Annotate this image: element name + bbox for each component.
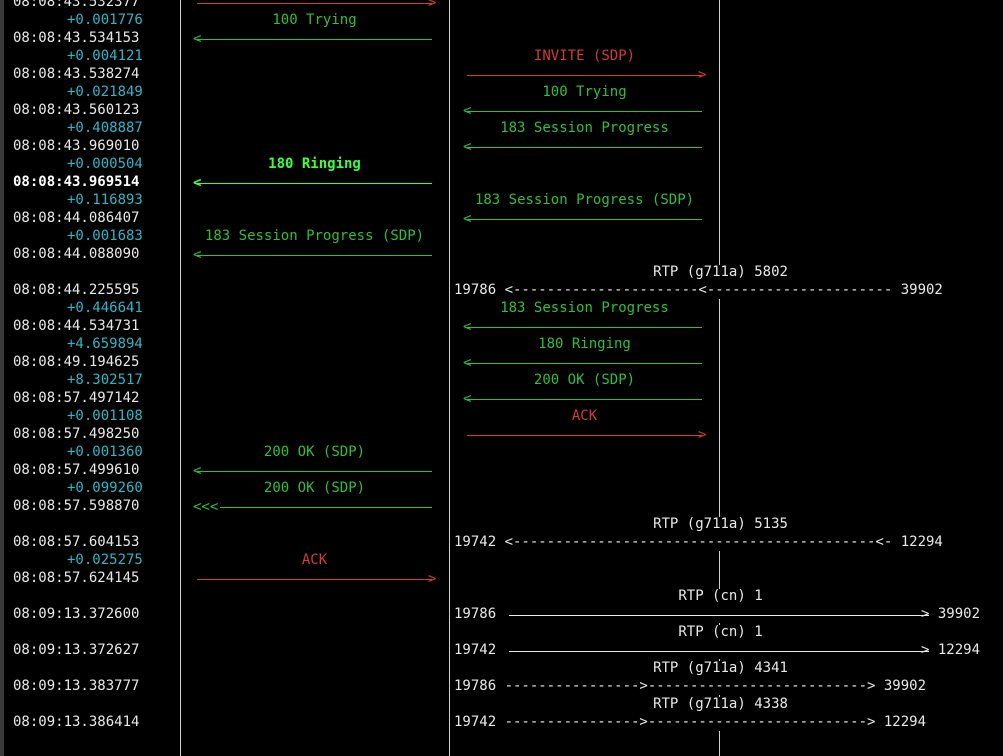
timestamp: 08:08:49.194625 bbox=[13, 354, 140, 370]
rtp-port-left: 19742 bbox=[454, 642, 497, 658]
arrowhead-left-icon: < bbox=[463, 103, 472, 119]
timestamp: 08:08:44.088090 bbox=[13, 246, 140, 262]
rtp-stream-line[interactable]: 19742 <---------------------------------… bbox=[454, 533, 943, 551]
message-arrow[interactable] bbox=[467, 219, 702, 220]
rtp-label[interactable]: RTP (g711a) 5802 bbox=[453, 263, 988, 281]
message-label[interactable]: 100 Trying bbox=[463, 83, 706, 101]
timestamp: 08:08:43.534153 bbox=[13, 30, 140, 46]
timestamp: 08:08:43.532377 bbox=[13, 0, 140, 10]
message-arrow[interactable] bbox=[467, 327, 702, 328]
message-arrow[interactable] bbox=[197, 255, 432, 256]
timestamp: 08:08:44.086407 bbox=[13, 210, 140, 226]
message-label[interactable]: 200 OK (SDP) bbox=[193, 443, 436, 461]
rtp-stream-line[interactable]: 19786 <----------------------<----------… bbox=[454, 281, 943, 299]
delta-time: +0.116893 bbox=[67, 192, 143, 208]
delta-time: +0.001683 bbox=[67, 228, 143, 244]
arrowhead-left-icon: < bbox=[463, 139, 472, 155]
rtp-label[interactable]: RTP (cn) 1 bbox=[453, 623, 988, 641]
rtp-stream-line[interactable] bbox=[509, 615, 929, 616]
message-label[interactable]: ACK bbox=[463, 407, 706, 425]
message-label[interactable]: 180 Ringing bbox=[193, 155, 436, 173]
message-arrow[interactable] bbox=[467, 435, 702, 436]
timestamp: 08:09:13.372600 bbox=[13, 606, 140, 622]
arrowhead-right-icon: > bbox=[698, 427, 707, 443]
delta-time: +0.001776 bbox=[67, 12, 143, 28]
message-arrow[interactable] bbox=[467, 75, 702, 76]
arrowhead-left-icon: < bbox=[463, 319, 472, 335]
message-arrow[interactable] bbox=[197, 3, 432, 4]
message-label[interactable]: 183 Session Progress bbox=[463, 299, 706, 317]
message-arrow[interactable] bbox=[197, 39, 432, 40]
arrowhead-left-icon: < bbox=[193, 31, 202, 47]
rtp-stream-line[interactable] bbox=[509, 651, 929, 652]
message-arrow[interactable] bbox=[467, 111, 702, 112]
timestamp: 08:08:43.969514 bbox=[13, 174, 140, 190]
arrowhead-left-icon: < bbox=[463, 391, 472, 407]
delta-time: +0.446641 bbox=[67, 300, 143, 316]
rtp-stream-line[interactable]: 19742 ---------------->-----------------… bbox=[454, 713, 926, 731]
timestamp: 08:08:57.499610 bbox=[13, 462, 140, 478]
message-arrow[interactable] bbox=[197, 183, 432, 184]
lifeline-2 bbox=[449, 0, 450, 756]
timestamp: 08:08:43.560123 bbox=[13, 102, 140, 118]
arrowhead-left-icon: < bbox=[463, 355, 472, 371]
message-label[interactable]: 200 OK (SDP) bbox=[463, 371, 706, 389]
timestamp: 08:08:44.534731 bbox=[13, 318, 140, 334]
rtp-label[interactable]: RTP (g711a) 5135 bbox=[453, 515, 988, 533]
timestamp: 08:09:13.383777 bbox=[13, 678, 140, 694]
rtp-port-right: > 39902 bbox=[921, 606, 981, 622]
timestamp: 08:09:13.372627 bbox=[13, 642, 140, 658]
delta-time: +0.099260 bbox=[67, 480, 143, 496]
message-label[interactable]: 100 Trying bbox=[193, 11, 436, 29]
window-left-edge bbox=[0, 0, 4, 756]
arrowhead-triple-left-icon: <<< bbox=[193, 498, 221, 516]
delta-time: +8.302517 bbox=[67, 372, 143, 388]
rtp-port-right: > 12294 bbox=[921, 642, 981, 658]
message-arrow[interactable] bbox=[467, 363, 702, 364]
timestamp: 08:08:57.497142 bbox=[13, 390, 140, 406]
delta-time: +0.001360 bbox=[67, 444, 143, 460]
message-arrow[interactable] bbox=[197, 471, 432, 472]
timestamp: 08:08:57.498250 bbox=[13, 426, 140, 442]
timestamp: 08:09:13.386414 bbox=[13, 714, 140, 730]
message-label[interactable]: 183 Session Progress bbox=[463, 119, 706, 137]
message-label[interactable]: ACK bbox=[193, 551, 436, 569]
message-label[interactable]: 180 Ringing bbox=[463, 335, 706, 353]
arrowhead-left-icon: < bbox=[193, 247, 202, 263]
rtp-label[interactable]: RTP (g711a) 4341 bbox=[453, 659, 988, 677]
arrowhead-left-icon: < bbox=[193, 463, 202, 479]
delta-time: +0.001108 bbox=[67, 408, 143, 424]
terminal-window: 08:08:43.532377 +0.001776 08:08:43.534153 +… bbox=[0, 0, 1003, 756]
timestamp: 08:08:57.598870 bbox=[13, 498, 140, 514]
rtp-label[interactable]: RTP (cn) 1 bbox=[453, 587, 988, 605]
lifeline-1 bbox=[180, 0, 181, 756]
message-label[interactable]: INVITE (SDP) bbox=[463, 47, 706, 65]
arrowhead-left-icon: < bbox=[463, 211, 472, 227]
delta-time: +0.025275 bbox=[67, 552, 143, 568]
message-label[interactable]: 183 Session Progress (SDP) bbox=[463, 191, 706, 209]
delta-time: +0.408887 bbox=[67, 120, 143, 136]
delta-time: +0.000504 bbox=[67, 156, 143, 172]
timestamp: 08:08:57.604153 bbox=[13, 534, 140, 550]
timestamp: 08:08:44.225595 bbox=[13, 282, 140, 298]
message-arrow[interactable] bbox=[467, 147, 702, 148]
message-label[interactable]: 183 Session Progress (SDP) bbox=[193, 227, 436, 245]
delta-time: +4.659894 bbox=[67, 336, 143, 352]
message-arrow[interactable] bbox=[197, 579, 432, 580]
message-arrow[interactable] bbox=[467, 399, 702, 400]
rtp-stream-line[interactable]: 19786 ---------------->-----------------… bbox=[454, 677, 926, 695]
delta-time: +0.004121 bbox=[67, 48, 143, 64]
arrowhead-left-icon: < bbox=[193, 175, 202, 191]
message-arrow[interactable] bbox=[197, 507, 432, 508]
timestamp: 08:08:57.624145 bbox=[13, 570, 140, 586]
arrowhead-right-icon: > bbox=[698, 67, 707, 83]
arrowhead-right-icon: > bbox=[428, 571, 437, 587]
rtp-label[interactable]: RTP (g711a) 4338 bbox=[453, 695, 988, 713]
timestamp: 08:08:43.538274 bbox=[13, 66, 140, 82]
message-label[interactable]: 200 OK (SDP) bbox=[193, 479, 436, 497]
timestamp: 08:08:43.969010 bbox=[13, 138, 140, 154]
rtp-port-left: 19786 bbox=[454, 606, 497, 622]
delta-time: +0.021849 bbox=[67, 84, 143, 100]
